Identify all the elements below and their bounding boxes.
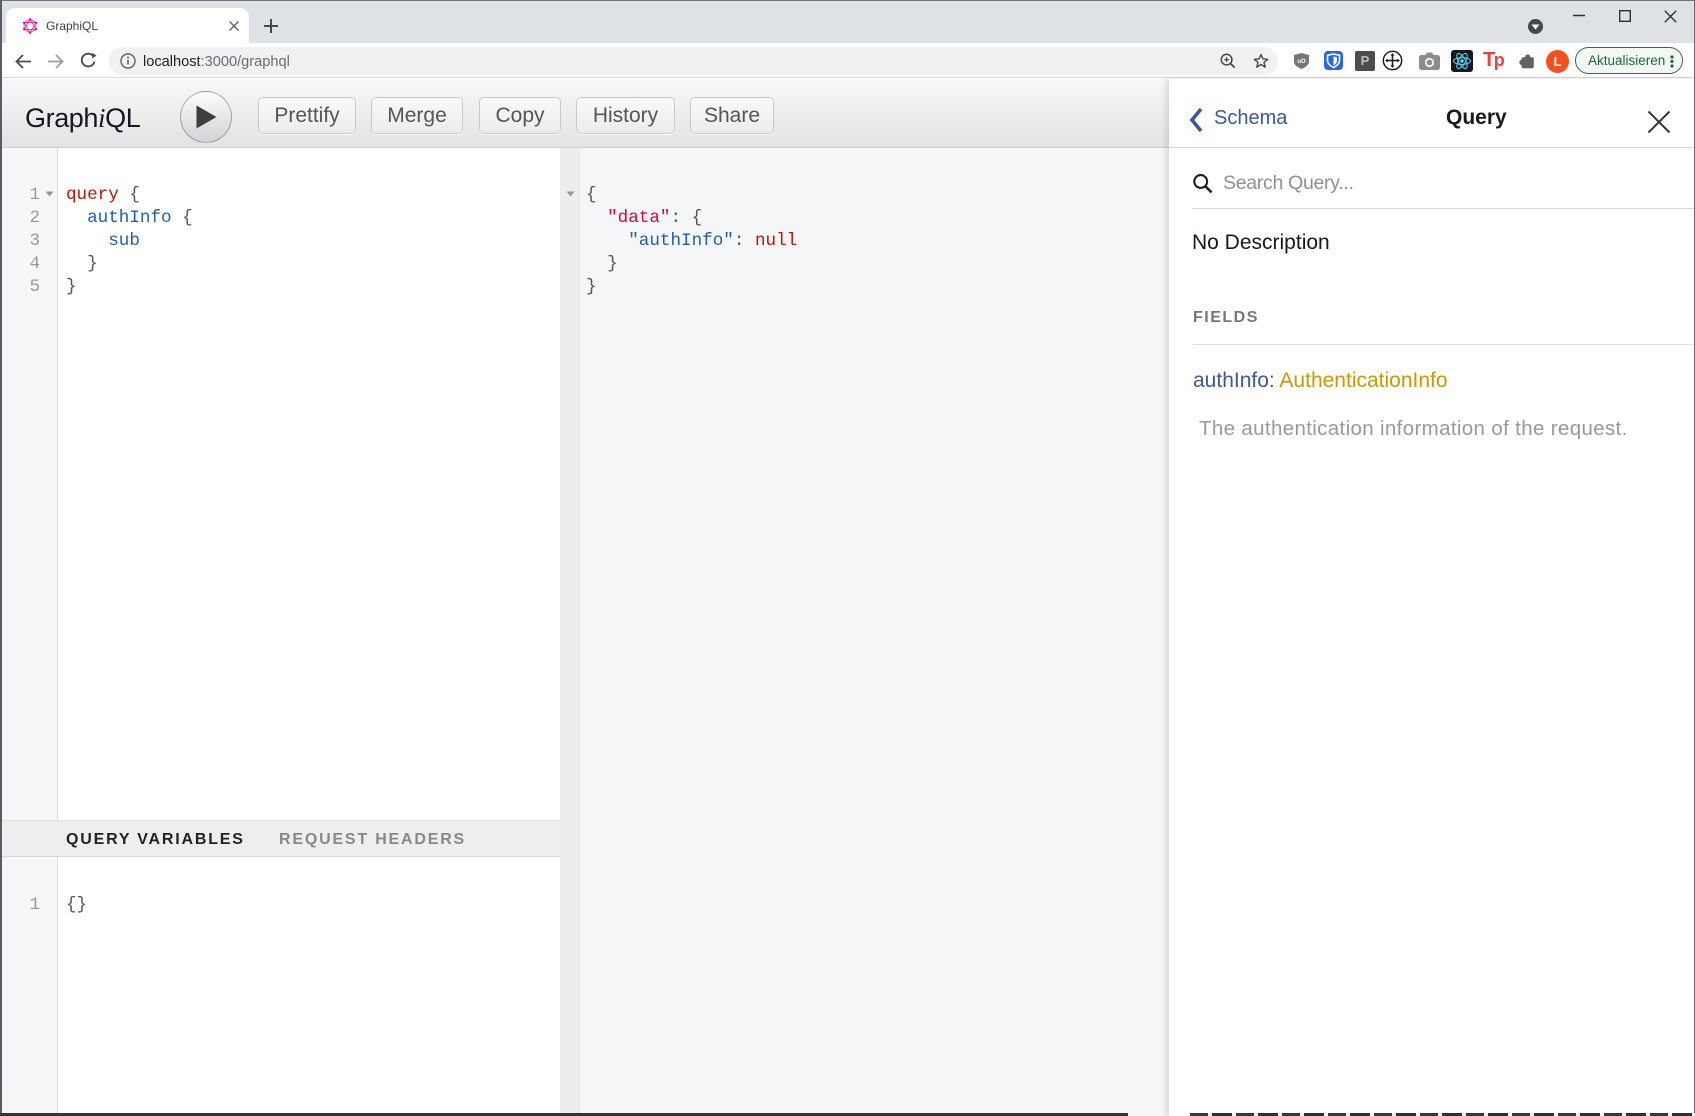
svg-text:uO: uO: [1297, 59, 1306, 65]
